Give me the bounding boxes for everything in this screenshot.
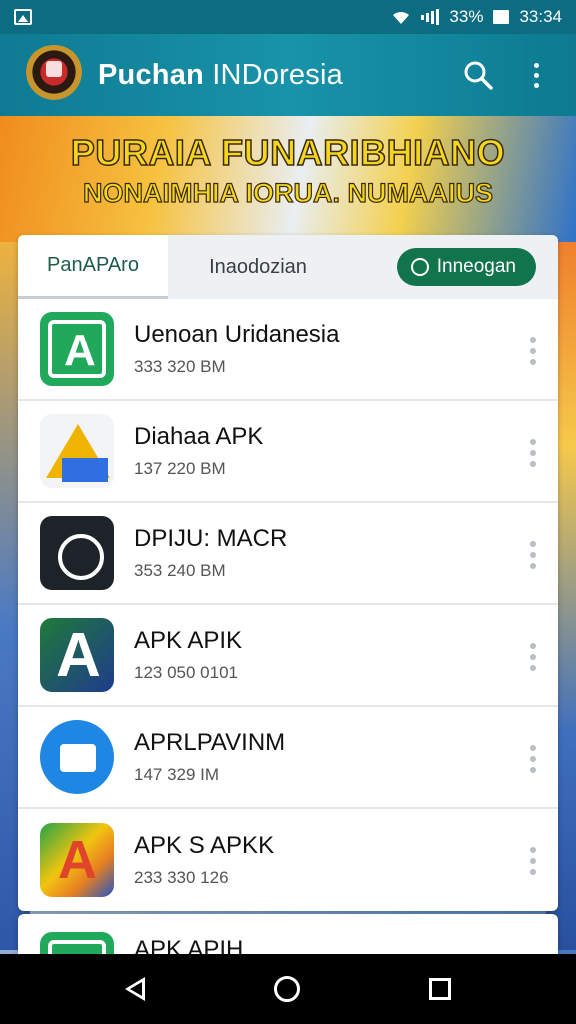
gallery-icon xyxy=(14,9,32,25)
list-item[interactable]: Diahaa APK 137 220 BM xyxy=(18,401,558,503)
item-more-vert-icon[interactable] xyxy=(530,643,536,671)
app-title: Puchan INDoresia xyxy=(98,59,442,92)
list-item[interactable]: APK APIK 123 050 0101 xyxy=(18,605,558,707)
app-list-card: PanAPAro Inaodozian Inneogan Uenoan Urid… xyxy=(18,235,558,911)
more-vert-icon xyxy=(533,62,539,88)
green-app-icon xyxy=(40,312,114,386)
list-item[interactable]: APK S APKK 233 330 126 xyxy=(18,809,558,911)
dark-app-icon xyxy=(40,516,114,590)
app-name: DPIJU: MACR xyxy=(134,525,288,552)
home-icon[interactable] xyxy=(273,976,300,1002)
app-size: 147 329 IM xyxy=(134,765,220,784)
clock: 33:34 xyxy=(519,7,562,26)
signal-icon xyxy=(421,9,440,25)
app-title-bold: Puchan xyxy=(98,58,213,91)
app-name: APK S APKK xyxy=(134,832,275,859)
search-button[interactable] xyxy=(456,53,500,97)
back-icon[interactable] xyxy=(124,977,145,1001)
app-name: APK APIK xyxy=(134,627,243,654)
list-item[interactable]: APRLPAVINM 147 329 IM xyxy=(18,707,558,809)
tab-inactive[interactable]: Inaodozian xyxy=(168,235,348,299)
filter-button[interactable]: Inneogan xyxy=(396,248,536,286)
app-name: Diahaa APK xyxy=(134,423,264,450)
app-list: Uenoan Uridanesia 333 320 BM Diahaa APK … xyxy=(18,299,558,911)
app-size: 137 220 BM xyxy=(134,459,226,478)
banner-headline: PURAIA FUNARIBHIANO xyxy=(70,131,506,174)
filter-button-label: Inneogan xyxy=(436,256,516,277)
gradient-a-icon xyxy=(40,618,114,692)
wifi-icon xyxy=(391,8,411,26)
battery-percent: 33% xyxy=(449,7,484,26)
app-size: 333 320 BM xyxy=(134,357,226,376)
item-more-vert-icon[interactable] xyxy=(530,439,536,467)
app-size: 123 050 0101 xyxy=(134,663,238,682)
app-name: Uenoan Uridanesia xyxy=(134,321,340,348)
overflow-menu-button[interactable] xyxy=(514,53,558,97)
promo-banner[interactable]: PURAIA FUNARIBHIANO NONAIMHIA IORUA. NUM… xyxy=(0,116,576,242)
app-name: APRLPAVINM xyxy=(134,729,286,756)
item-more-vert-icon[interactable] xyxy=(530,541,536,569)
circle-icon xyxy=(410,258,429,276)
item-more-vert-icon[interactable] xyxy=(530,847,536,875)
drive-app-icon xyxy=(40,414,114,488)
item-more-vert-icon[interactable] xyxy=(530,337,536,365)
app-bar: Puchan INDoresia xyxy=(0,34,576,116)
app-logo-icon xyxy=(24,45,84,105)
app-title-thin: INDoresia xyxy=(212,58,343,91)
multicolor-app-icon xyxy=(40,823,114,897)
item-more-vert-icon[interactable] xyxy=(530,745,536,773)
search-icon xyxy=(464,61,493,90)
tab-bar: PanAPAro Inaodozian Inneogan xyxy=(18,235,558,299)
status-bar: 33% 33:34 xyxy=(0,0,576,34)
app-size: 353 240 BM xyxy=(134,561,226,580)
battery-icon xyxy=(493,10,510,24)
list-item[interactable]: DPIJU: MACR 353 240 BM xyxy=(18,503,558,605)
banner-subheadline: NONAIMHIA IORUA. NUMAAIUS xyxy=(82,177,493,208)
system-nav-bar xyxy=(0,954,576,1024)
recents-icon[interactable] xyxy=(429,978,452,1000)
tab-active[interactable]: PanAPAro xyxy=(18,235,168,299)
list-item[interactable]: Uenoan Uridanesia 333 320 BM xyxy=(18,299,558,401)
app-size: 233 330 126 xyxy=(134,868,229,887)
blue-app-icon xyxy=(40,720,114,794)
